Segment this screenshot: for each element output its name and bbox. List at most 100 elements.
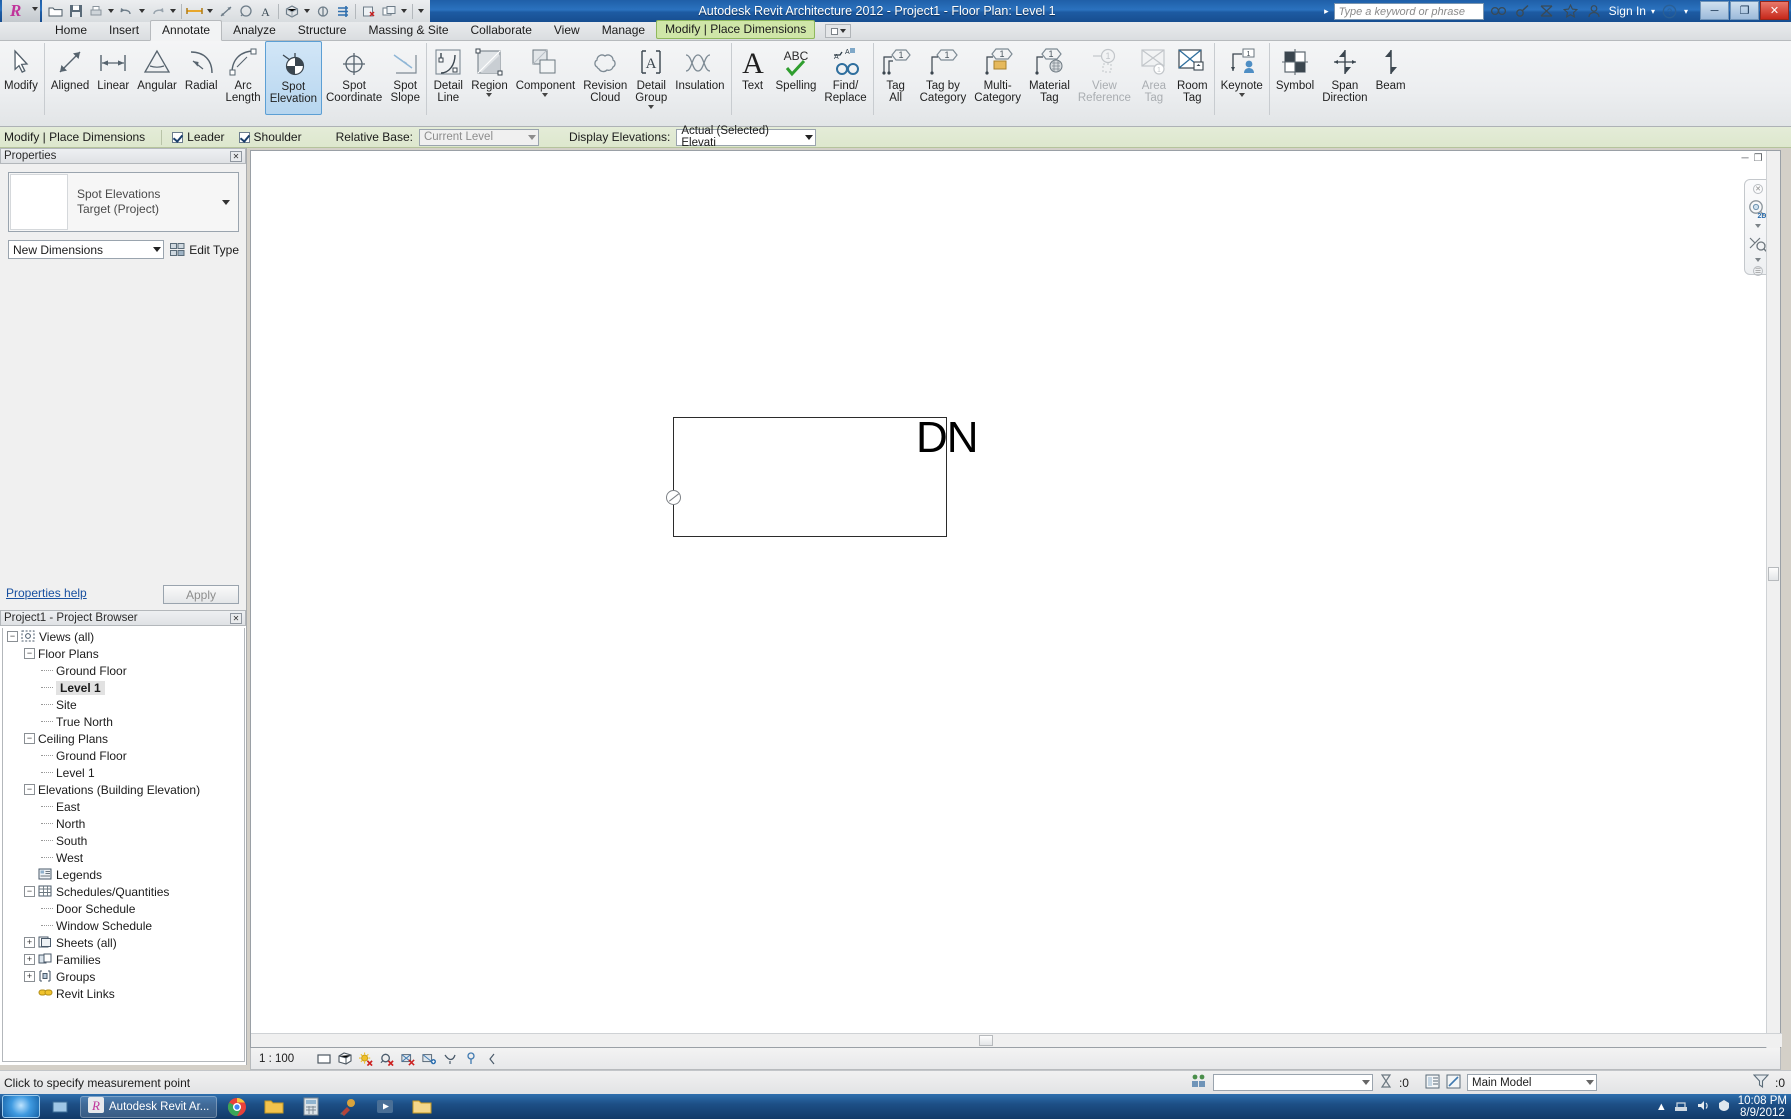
spelling-button[interactable]: ABC Spelling xyxy=(772,41,821,115)
tree-item[interactable]: West xyxy=(3,849,244,866)
volume-icon[interactable] xyxy=(1696,1099,1710,1115)
tree-item[interactable]: East xyxy=(3,798,244,815)
tree-item[interactable]: Door Schedule xyxy=(3,900,244,917)
display-elevations-select[interactable]: Actual (Selected) Elevati xyxy=(676,125,817,149)
print-icon[interactable] xyxy=(86,2,105,21)
multi-category-button[interactable]: 1 Multi- Category xyxy=(970,41,1025,115)
tag-all-button[interactable]: 1 Tag All xyxy=(876,41,916,115)
close-icon[interactable]: ✕ xyxy=(230,150,242,162)
detail-level-coarse-icon[interactable] xyxy=(317,1052,331,1066)
detail-group-button[interactable]: A Detail Group xyxy=(631,41,671,115)
expand-icon[interactable]: + xyxy=(24,954,35,965)
sign-in-dropdown-icon[interactable]: ▾ xyxy=(1651,7,1655,16)
thin-lines-icon[interactable] xyxy=(333,2,352,21)
chevron-down-icon[interactable] xyxy=(486,93,493,97)
collapse-icon[interactable]: − xyxy=(24,648,35,659)
symbol-button[interactable]: Symbol xyxy=(1272,41,1318,115)
view-minimize-icon[interactable]: ─ xyxy=(1742,153,1749,164)
chrome-icon[interactable] xyxy=(220,1096,254,1118)
navigation-bar-options-icon[interactable]: ☰ xyxy=(1753,266,1763,276)
linear-dimension-button[interactable]: Linear xyxy=(93,41,133,115)
media-icon[interactable] xyxy=(368,1096,402,1118)
paint-icon[interactable] xyxy=(331,1096,365,1118)
tab-structure[interactable]: Structure xyxy=(287,21,358,40)
steering-wheel-dropdown-icon[interactable] xyxy=(1755,224,1761,228)
spot-elevation-button[interactable]: Spot Elevation xyxy=(264,41,322,115)
instance-selector[interactable]: New Dimensions xyxy=(8,240,165,259)
revision-cloud-button[interactable]: Revision Cloud xyxy=(579,41,631,115)
save-icon[interactable] xyxy=(66,2,85,21)
close-button[interactable]: ✕ xyxy=(1760,1,1789,20)
horizontal-scroll-thumb[interactable] xyxy=(979,1035,993,1046)
restore-button[interactable]: ❐ xyxy=(1730,1,1759,20)
3d-view-dropdown-icon[interactable] xyxy=(304,9,310,13)
design-option-select[interactable]: Main Model xyxy=(1466,1074,1597,1091)
view-scale-label[interactable]: 1 : 100 xyxy=(259,1053,294,1065)
visual-style-icon[interactable] xyxy=(338,1052,352,1066)
floor-plan-outline[interactable] xyxy=(673,417,947,537)
modify-button[interactable]: Modify xyxy=(0,41,42,115)
apply-button[interactable]: Apply xyxy=(163,585,239,604)
network-icon[interactable] xyxy=(1674,1099,1689,1115)
component-button[interactable]: Component xyxy=(512,41,579,115)
infocenter-expand-icon[interactable]: ▸ xyxy=(1324,6,1329,17)
navigation-bar-close-icon[interactable]: ✕ xyxy=(1753,184,1763,194)
tree-item[interactable]: − Views (all) xyxy=(3,628,244,645)
text-button[interactable]: A Text xyxy=(734,41,772,115)
measure-icon[interactable] xyxy=(185,2,204,21)
close-icon[interactable]: ✕ xyxy=(230,612,242,624)
undo-icon[interactable] xyxy=(117,2,136,21)
search-icon[interactable] xyxy=(1489,2,1508,21)
tree-item[interactable]: Legends xyxy=(3,866,244,883)
tab-manage[interactable]: Manage xyxy=(591,21,656,40)
section-icon[interactable] xyxy=(313,2,332,21)
tree-item[interactable]: − Schedules/Quantities xyxy=(3,883,244,900)
tab-collaborate[interactable]: Collaborate xyxy=(460,21,543,40)
drawing-canvas[interactable]: ─ ❐ ✖ ✕ 2D ☰ DN xyxy=(250,150,1782,1049)
taskbar-clock[interactable]: 10:08 PM 8/9/2012 xyxy=(1738,1095,1787,1119)
tag-by-category-button[interactable]: 1 Tag by Category xyxy=(916,41,971,115)
tree-item[interactable]: Site xyxy=(3,696,244,713)
calculator-icon[interactable] xyxy=(294,1096,328,1118)
default-3d-view-icon[interactable] xyxy=(282,2,301,21)
workset-select[interactable] xyxy=(1212,1074,1373,1091)
print-dropdown-icon[interactable] xyxy=(108,9,114,13)
view-restore-icon[interactable]: ❐ xyxy=(1754,153,1763,164)
tab-modify-place-dimensions[interactable]: Modify | Place Dimensions xyxy=(656,20,816,39)
spot-coordinate-button[interactable]: Spot Coordinate xyxy=(322,41,386,115)
leader-checkbox-wrap[interactable]: Leader xyxy=(172,130,225,144)
arc-length-button[interactable]: Arc Length xyxy=(222,41,265,115)
insulation-button[interactable]: Insulation xyxy=(671,41,728,115)
tab-view[interactable]: View xyxy=(543,21,591,40)
tag-icon[interactable] xyxy=(236,2,255,21)
communication-center-icon[interactable] xyxy=(1537,2,1556,21)
help-dropdown-icon[interactable]: ▾ xyxy=(1684,7,1688,16)
tree-item[interactable]: True North xyxy=(3,713,244,730)
chevron-down-icon[interactable] xyxy=(542,93,549,97)
aligned-dimension-button[interactable]: Aligned xyxy=(47,41,93,115)
undo-dropdown-icon[interactable] xyxy=(139,9,145,13)
show-desktop-icon[interactable] xyxy=(43,1096,77,1118)
canvas-vertical-scrollbar[interactable] xyxy=(1766,151,1780,1049)
zoom-dropdown-icon[interactable] xyxy=(1755,258,1761,262)
tree-item[interactable]: + Sheets (all) xyxy=(3,934,244,951)
editable-only-icon[interactable] xyxy=(1379,1073,1393,1092)
redo-icon[interactable] xyxy=(148,2,167,21)
chevron-down-icon[interactable] xyxy=(222,199,230,205)
sign-in-button[interactable]: Sign In xyxy=(1609,4,1646,18)
shadows-off-icon[interactable] xyxy=(380,1052,394,1066)
collapse-icon[interactable]: − xyxy=(24,733,35,744)
tab-insert[interactable]: Insert xyxy=(98,21,150,40)
properties-help-link[interactable]: Properties help xyxy=(6,586,87,600)
design-options-icon[interactable] xyxy=(1425,1074,1440,1092)
temporary-hide-isolate-icon[interactable] xyxy=(464,1052,478,1066)
span-direction-button[interactable]: Span Direction xyxy=(1318,41,1371,115)
chevron-down-icon[interactable] xyxy=(1238,93,1245,97)
tray-expand-icon[interactable]: ▲ xyxy=(1656,1101,1667,1113)
keynote-button[interactable]: 1 Keynote xyxy=(1217,41,1267,115)
spot-slope-button[interactable]: Spot Slope xyxy=(386,41,424,115)
expand-icon[interactable]: + xyxy=(24,971,35,982)
help-icon[interactable]: ? xyxy=(1660,2,1679,21)
collapse-icon[interactable]: − xyxy=(7,631,18,642)
tab-annotate[interactable]: Annotate xyxy=(150,20,223,41)
